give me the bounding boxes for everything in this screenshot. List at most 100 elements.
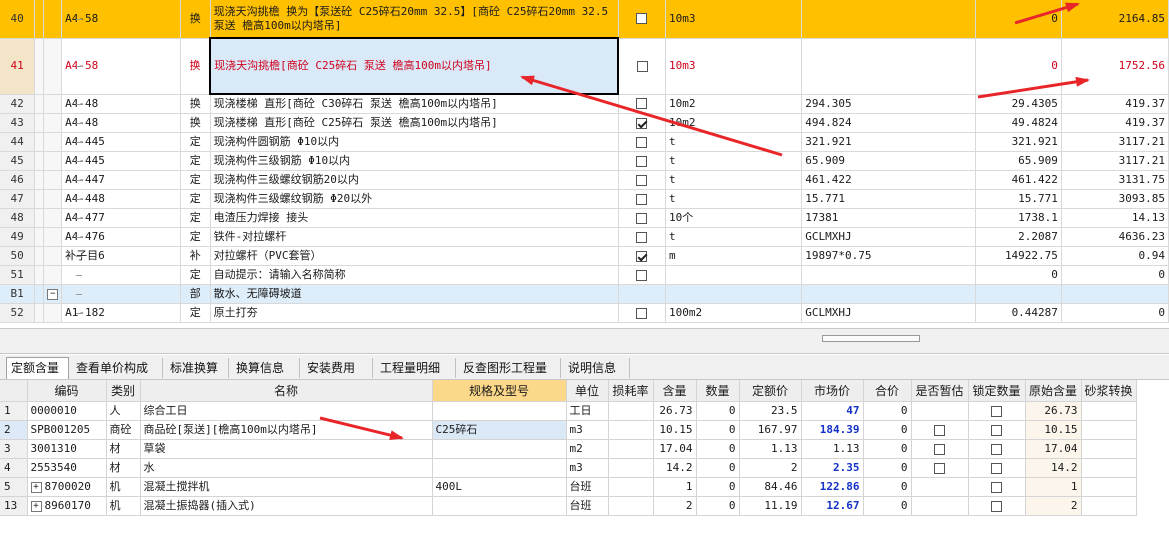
quantity-expression[interactable]: 494.824 [801, 113, 977, 133]
market-price[interactable]: 12.67 [801, 496, 864, 516]
item-name[interactable]: 现浇天沟挑檐[商砼 C25碎石 泵送 檐高100m以内塔吊] [209, 37, 620, 95]
mortar-conversion[interactable] [1081, 496, 1137, 516]
row-checkbox[interactable] [636, 193, 648, 205]
row-checkbox[interactable] [636, 307, 648, 319]
lock-quantity-checkbox[interactable] [991, 481, 1002, 493]
lock-quantity-checkbox[interactable] [991, 443, 1002, 455]
quantity-expression[interactable]: 19897*0.75 [801, 246, 977, 266]
item-code[interactable]: A4-48 [61, 113, 181, 133]
column-header[interactable]: 规格及型号 [432, 380, 567, 402]
material-code[interactable]: 0000010 [27, 401, 107, 421]
material-code[interactable]: 2553540 [27, 458, 107, 478]
item-code[interactable]: A4-477 [61, 208, 181, 228]
market-price[interactable]: 1.13 [801, 439, 864, 459]
lock-quantity-checkbox[interactable] [991, 500, 1002, 512]
column-header[interactable]: 市场价 [801, 380, 864, 402]
loss-rate[interactable] [608, 439, 654, 459]
loss-rate[interactable] [608, 496, 654, 516]
material-spec[interactable] [432, 458, 567, 478]
quantity-expression[interactable]: 461.422 [801, 170, 977, 190]
sub-item-row[interactable]: 44 A4-445 定现浇构件圆钢筋 Φ10以内 t 321.921 321.921 311… [0, 132, 1169, 152]
sub-item-row[interactable]: 40 A4-58 换现浇天沟挑檐 换为【泵送砼 C25碎石20mm 32.5】[商砼… [0, 0, 1169, 39]
material-row[interactable]: 5 +8700020 机混凝土搅拌机 400L 台班 1 0 84.46 122.86 0 1 [0, 477, 1137, 497]
provisional-checkbox[interactable] [934, 462, 945, 474]
item-code[interactable]: A4-476 [61, 227, 181, 247]
provisional-checkbox[interactable] [934, 424, 945, 436]
item-code[interactable] [61, 284, 181, 304]
column-header[interactable]: 编码 [27, 380, 107, 402]
panel-splitter[interactable] [0, 328, 1169, 354]
material-name[interactable]: 混凝土振捣器(插入式) [140, 496, 433, 516]
column-header[interactable]: 类别 [106, 380, 141, 402]
sub-item-row[interactable]: 41 A4-58 换现浇天沟挑檐[商砼 C25碎石 泵送 檐高100m以内塔吊] 10… [0, 37, 1169, 95]
material-spec[interactable] [432, 439, 567, 459]
material-code[interactable]: 3001310 [27, 439, 107, 459]
item-name[interactable]: 自动提示：请输入名称简称 [210, 265, 619, 285]
item-name[interactable]: 现浇构件圆钢筋 Φ10以内 [210, 132, 619, 152]
item-name[interactable]: 现浇构件三级钢筋 Φ10以内 [210, 151, 619, 171]
expand-toggle-icon[interactable]: + [30, 500, 42, 512]
quantity-expression[interactable] [801, 284, 977, 304]
material-name[interactable]: 综合工日 [140, 401, 433, 421]
splitter-grip[interactable] [822, 335, 920, 342]
quantity-expression[interactable]: 294.305 [801, 94, 977, 114]
item-code[interactable]: A4-58 [61, 0, 181, 39]
mortar-conversion[interactable] [1081, 477, 1137, 497]
material-row[interactable]: 3 3001310 材草袋 m2 17.04 0 1.13 1.13 0 17.04 [0, 439, 1137, 459]
provisional-checkbox[interactable] [934, 443, 945, 455]
sub-item-row[interactable]: 50 补子目6 补对拉螺杆（PVC套管） m 19897*0.75 14922.75 0.9… [0, 246, 1169, 266]
quantity-expression[interactable]: 321.921 [801, 132, 977, 152]
content-value[interactable]: 26.73 [653, 401, 697, 421]
column-header[interactable] [0, 380, 28, 402]
tab-quota-content[interactable]: 定额含量 [6, 357, 69, 379]
row-checkbox[interactable] [636, 155, 648, 167]
item-code[interactable]: A4-448 [61, 189, 181, 209]
tab-conversion-info[interactable]: 换算信息 [232, 358, 300, 378]
item-name[interactable]: 铁件-对拉螺杆 [210, 227, 619, 247]
item-code[interactable]: A4-447 [61, 170, 181, 190]
sub-item-row[interactable]: 48 A4-477 定电渣压力焊接 接头 10个 17381 1738.1 14.13 [0, 208, 1169, 228]
content-value[interactable]: 17.04 [653, 439, 697, 459]
loss-rate[interactable] [608, 458, 654, 478]
content-value[interactable]: 14.2 [653, 458, 697, 478]
collapse-toggle-icon[interactable]: − [47, 288, 59, 300]
item-name[interactable]: 现浇楼梯 直形[商砼 C30碎石 泵送 檐高100m以内塔吊] [210, 94, 619, 114]
column-header[interactable]: 合价 [863, 380, 912, 402]
item-code[interactable]: A4-445 [61, 151, 181, 171]
column-header[interactable]: 含量 [653, 380, 697, 402]
column-header[interactable]: 锁定数量 [968, 380, 1026, 402]
row-checkbox[interactable] [636, 212, 648, 224]
tab-install-fee[interactable]: 安装费用 [303, 358, 373, 378]
sub-item-row[interactable]: 52 A1-182 定原土打夯 100m2 GCLMXHJ 0.44287 0 [0, 303, 1169, 323]
material-name[interactable]: 草袋 [140, 439, 433, 459]
material-spec[interactable]: 400L [432, 477, 567, 497]
column-header[interactable]: 是否暂估 [911, 380, 969, 402]
item-code[interactable]: A4-48 [61, 94, 181, 114]
column-header[interactable]: 名称 [140, 380, 433, 402]
material-row[interactable]: 4 2553540 材水 m3 14.2 0 2 2.35 0 14.2 [0, 458, 1137, 478]
quantity-expression[interactable]: GCLMXHJ [801, 227, 977, 247]
column-header[interactable]: 数量 [696, 380, 740, 402]
column-header[interactable]: 定额价 [739, 380, 802, 402]
quantity-expression[interactable]: 65.909 [801, 151, 977, 171]
quantity-expression[interactable]: 15.771 [801, 189, 977, 209]
mortar-conversion[interactable] [1081, 420, 1137, 440]
material-code[interactable]: +8960170 [27, 496, 107, 516]
row-checkbox[interactable] [636, 98, 648, 110]
item-name[interactable]: 原土打夯 [210, 303, 619, 323]
tab-quantity-detail[interactable]: 工程量明细 [376, 358, 456, 378]
row-checkbox[interactable] [636, 174, 648, 186]
column-header[interactable]: 损耗率 [608, 380, 654, 402]
mortar-conversion[interactable] [1081, 439, 1137, 459]
row-checkbox[interactable] [636, 13, 648, 25]
material-row[interactable]: 13 +8960170 机混凝土振捣器(插入式) 台班 2 0 11.19 12.67 0 2 [0, 496, 1137, 516]
market-price[interactable]: 2.35 [801, 458, 864, 478]
mortar-conversion[interactable] [1081, 401, 1137, 421]
material-spec[interactable] [432, 496, 567, 516]
item-code[interactable]: A4-58 [61, 38, 181, 95]
row-checkbox[interactable] [636, 117, 648, 129]
tab-standard-conversion[interactable]: 标准换算 [166, 358, 229, 378]
item-name[interactable]: 现浇天沟挑檐 换为【泵送砼 C25碎石20mm 32.5】[商砼 C25碎石20… [210, 0, 619, 39]
item-code[interactable]: 补子目6 [61, 246, 181, 266]
lock-quantity-checkbox[interactable] [991, 424, 1002, 436]
